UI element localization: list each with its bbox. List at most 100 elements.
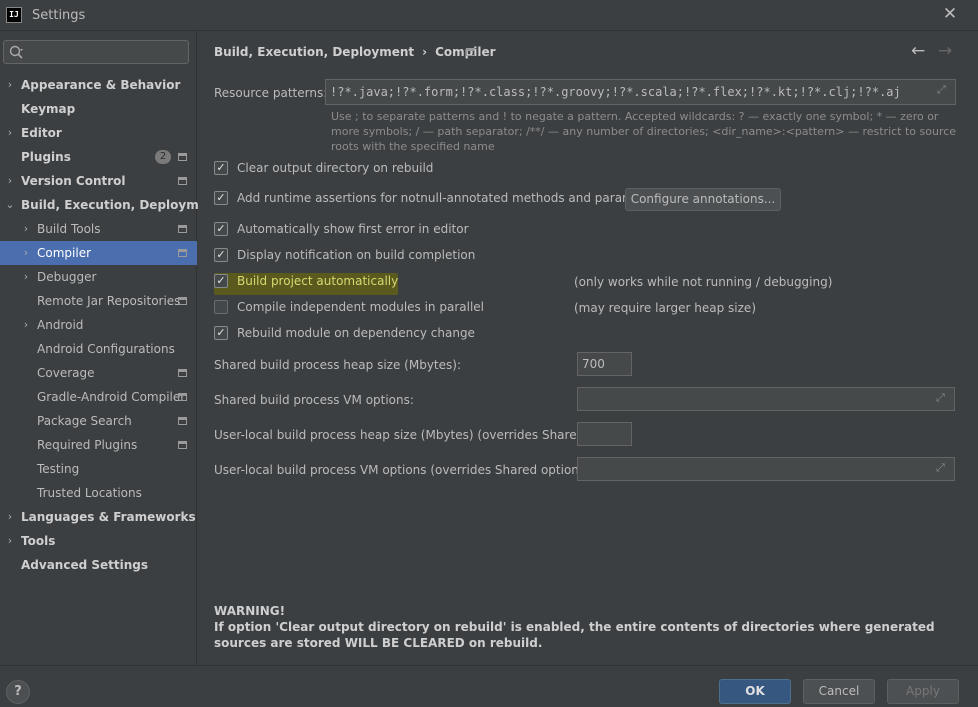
local-heap-label: User-local build process heap size (Mbyt… <box>214 428 621 442</box>
chevron-down-icon[interactable]: ⌄ <box>4 193 16 217</box>
sidebar-item-label: Testing <box>37 462 80 476</box>
project-settings-icon <box>178 297 187 305</box>
title-bar: IJ Settings ✕ <box>0 0 978 31</box>
sidebar-item[interactable]: › Appearance & Behavior <box>0 73 197 97</box>
update-count-badge: 2 <box>155 150 171 164</box>
help-button[interactable]: ? <box>6 680 30 704</box>
local-vm-options-input[interactable] <box>582 458 928 480</box>
expand-icon[interactable]: ⤢ <box>936 391 950 405</box>
sidebar-item[interactable]: › Compiler <box>0 241 197 265</box>
chevron-right-icon[interactable]: › <box>20 313 32 337</box>
sidebar-item[interactable]: › Editor <box>0 121 197 145</box>
sidebar-item-label: Compiler <box>37 246 92 260</box>
breadcrumb-parent[interactable]: Build, Execution, Deployment <box>214 45 414 59</box>
parallel-compile-note: (may require larger heap size) <box>574 301 756 315</box>
option-label: Add runtime assertions for notnull-annot… <box>237 191 665 205</box>
option-label: Automatically show first error in editor <box>237 222 469 236</box>
sidebar-item[interactable]: › Build Tools <box>0 217 197 241</box>
configure-annotations-button[interactable]: Configure annotations... <box>625 188 781 211</box>
chevron-right-icon[interactable]: › <box>20 241 32 265</box>
forward-arrow-icon[interactable]: → <box>938 41 952 61</box>
option-checkbox[interactable]: ✓ <box>214 222 228 236</box>
shared-heap-label: Shared build process heap size (Mbytes): <box>214 358 461 372</box>
expand-icon[interactable]: ⤢ <box>936 461 950 475</box>
shared-vm-options-field[interactable]: ⤢ <box>577 387 955 411</box>
project-settings-icon <box>178 441 187 449</box>
resource-patterns-input[interactable] <box>330 80 929 104</box>
window-title: Settings <box>32 8 86 23</box>
local-heap-field[interactable] <box>577 422 632 446</box>
sidebar-item[interactable]: › Debugger <box>0 265 197 289</box>
sidebar-item-label: Remote Jar Repositories <box>37 294 181 308</box>
settings-sidebar: › Appearance & Behavior Keymap › Editor Plugi… <box>0 31 221 665</box>
sidebar-item-label: Trusted Locations <box>37 486 142 500</box>
chevron-right-icon[interactable]: › <box>4 169 16 193</box>
chevron-right-icon[interactable]: › <box>4 121 16 145</box>
sidebar-item[interactable]: Gradle-Android Compiler <box>0 385 197 409</box>
search-icon <box>9 45 23 59</box>
sidebar-item-label: Android <box>37 318 84 332</box>
dialog-footer: ? OK Cancel Apply <box>0 665 978 707</box>
sidebar-item-label: Plugins <box>21 150 71 164</box>
sidebar-item[interactable]: Android Configurations <box>0 337 197 361</box>
option-label: Rebuild module on dependency change <box>237 326 475 340</box>
project-settings-icon <box>178 249 187 257</box>
settings-search[interactable] <box>3 40 189 64</box>
search-input[interactable] <box>26 43 186 61</box>
resource-patterns-label: Resource patterns: <box>214 86 328 100</box>
sidebar-item-label: Keymap <box>21 102 76 116</box>
warning-title: WARNING! <box>214 604 286 618</box>
sidebar-item[interactable]: › Version Control <box>0 169 197 193</box>
option-label: Clear output directory on rebuild <box>237 161 434 175</box>
option-checkbox[interactable] <box>214 300 228 314</box>
option-checkbox[interactable]: ✓ <box>214 274 228 288</box>
cancel-button[interactable]: Cancel <box>803 679 875 704</box>
chevron-right-icon[interactable]: › <box>4 505 16 529</box>
chevron-right-icon[interactable]: › <box>20 217 32 241</box>
option-label: Compile independent modules in parallel <box>237 300 484 314</box>
sidebar-item[interactable]: Coverage <box>0 361 197 385</box>
sidebar-item[interactable]: › Android <box>0 313 197 337</box>
sidebar-item-label: Coverage <box>37 366 95 380</box>
sidebar-item[interactable]: › Languages & Frameworks <box>0 505 197 529</box>
build-automatically-note: (only works while not running / debuggin… <box>574 275 833 289</box>
breadcrumb: Build, Execution, Deployment › Compiler <box>214 45 496 59</box>
sidebar-item-label: Package Search <box>37 414 132 428</box>
project-settings-icon <box>178 225 187 233</box>
local-heap-input[interactable] <box>582 423 630 445</box>
chevron-right-icon[interactable]: › <box>4 73 16 97</box>
sidebar-item-label: Gradle-Android Compiler <box>37 390 186 404</box>
option-label: Build project automatically <box>237 274 399 288</box>
sidebar-item[interactable]: Required Plugins <box>0 433 197 457</box>
option-label: Display notification on build completion <box>237 248 476 262</box>
ok-button[interactable]: OK <box>719 679 791 704</box>
close-icon[interactable]: ✕ <box>941 5 959 23</box>
chevron-right-icon[interactable]: › <box>4 529 16 553</box>
option-checkbox[interactable]: ✓ <box>214 191 228 205</box>
resource-patterns-field[interactable]: ⤢ <box>325 79 956 105</box>
sidebar-item[interactable]: Package Search <box>0 409 197 433</box>
shared-heap-field[interactable] <box>577 352 632 376</box>
shared-vm-options-input[interactable] <box>582 388 928 410</box>
option-checkbox[interactable]: ✓ <box>214 326 228 340</box>
sidebar-item[interactable]: Remote Jar Repositories <box>0 289 197 313</box>
sidebar-item[interactable]: Trusted Locations <box>0 481 197 505</box>
sidebar-item[interactable]: Advanced Settings <box>0 553 197 577</box>
option-checkbox[interactable]: ✓ <box>214 248 228 262</box>
chevron-right-icon[interactable]: › <box>20 265 32 289</box>
sidebar-item-label: Required Plugins <box>37 438 138 452</box>
sidebar-item[interactable]: › Tools <box>0 529 197 553</box>
shared-heap-input[interactable] <box>582 353 630 375</box>
back-arrow-icon[interactable]: ← <box>911 41 925 61</box>
sidebar-item[interactable]: Testing <box>0 457 197 481</box>
expand-icon[interactable]: ⤢ <box>937 83 951 97</box>
compiler-settings-panel: Build, Execution, Deployment › Compiler ← … <box>198 31 978 665</box>
sidebar-item[interactable]: ⌄ Build, Execution, Deployment <box>0 193 221 217</box>
local-vm-options-field[interactable]: ⤢ <box>577 457 955 481</box>
apply-button[interactable]: Apply <box>887 679 959 704</box>
project-settings-icon <box>466 48 475 56</box>
sidebar-item-label: Languages & Frameworks <box>21 510 196 524</box>
sidebar-item[interactable]: Keymap <box>0 97 197 121</box>
sidebar-item[interactable]: Plugins 2 <box>0 145 197 169</box>
option-checkbox[interactable]: ✓ <box>214 161 228 175</box>
